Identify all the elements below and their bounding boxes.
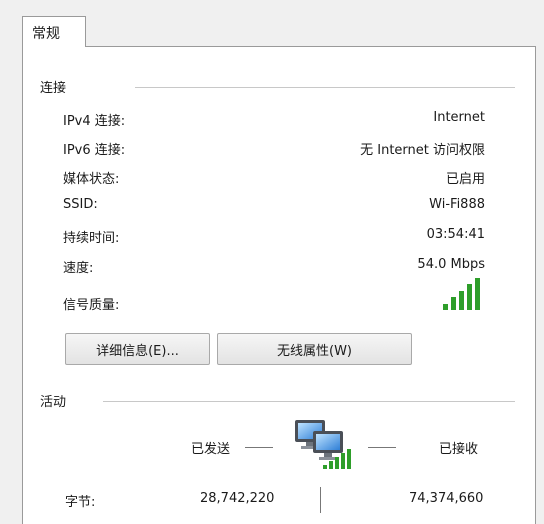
signal-bar <box>451 297 456 310</box>
tab-strip: 常规 <box>0 0 544 47</box>
speed-label: 速度: <box>63 261 94 276</box>
ipv4-value: Internet <box>433 110 485 125</box>
ipv6-label: IPv6 连接: <box>63 143 126 158</box>
received-label: 已接收 <box>439 442 479 457</box>
speed-value: 54.0 Mbps <box>417 257 485 272</box>
ssid-value: Wi-Fi888 <box>429 197 485 212</box>
duration-label: 持续时间: <box>63 231 120 246</box>
connection-divider <box>135 87 515 88</box>
activity-signal-icon <box>323 449 351 469</box>
signal-bar <box>443 304 448 310</box>
bytes-sent-value: 28,742,220 <box>200 491 275 506</box>
signal-bar <box>347 449 351 469</box>
connection-group-label: 连接 <box>40 77 67 96</box>
signal-strength-icon <box>443 278 480 310</box>
signal-bar <box>329 461 333 469</box>
signal-bar <box>475 278 480 310</box>
signal-bar <box>341 453 345 469</box>
sent-label: 已发送 <box>191 442 231 457</box>
bytes-label: 字节: <box>65 495 96 510</box>
signal-quality-label: 信号质量: <box>63 298 120 313</box>
details-button[interactable]: 详细信息(E)... <box>65 333 210 365</box>
activity-divider <box>103 401 515 402</box>
wifi-status-dialog: 常规 连接 IPv4 连接: Internet IPv6 连接: 无 Inter… <box>0 0 544 524</box>
received-connector-line <box>368 447 396 448</box>
general-panel: 连接 IPv4 连接: Internet IPv6 连接: 无 Internet… <box>22 46 536 524</box>
sent-connector-line <box>245 447 273 448</box>
activity-group-label: 活动 <box>40 391 67 410</box>
bytes-received-value: 74,374,660 <box>409 491 484 506</box>
ssid-label: SSID: <box>63 197 98 212</box>
ipv4-label: IPv4 连接: <box>63 114 126 129</box>
signal-bar <box>459 291 464 310</box>
duration-value: 03:54:41 <box>426 227 485 242</box>
bytes-divider <box>320 487 321 513</box>
tab-general-label: 常规 <box>32 26 60 42</box>
media-state-label: 媒体状态: <box>63 172 120 187</box>
signal-bar <box>323 465 327 469</box>
media-state-value: 已启用 <box>445 172 485 187</box>
signal-bar <box>467 284 472 310</box>
ipv6-value: 无 Internet 访问权限 <box>360 143 485 158</box>
signal-bar <box>335 457 339 469</box>
tab-general[interactable]: 常规 <box>22 16 86 47</box>
wireless-properties-button[interactable]: 无线属性(W) <box>217 333 412 365</box>
